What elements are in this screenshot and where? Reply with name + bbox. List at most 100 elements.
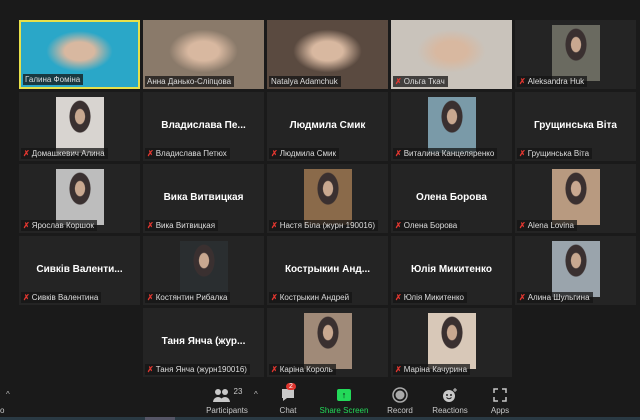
participant-name: Людмила Смик bbox=[279, 149, 336, 158]
participants-count: 23 bbox=[233, 386, 243, 396]
apps-label: Apps bbox=[490, 406, 510, 415]
participant-display-name: Юлія Микитенко bbox=[411, 264, 492, 275]
participant-name-label: ✗ Людмила Смик bbox=[269, 148, 339, 159]
participant-name-label: ✗ Олена Борова bbox=[393, 220, 461, 231]
participant-name: Настя Біла (журн 190016) bbox=[279, 221, 375, 230]
participant-name-label: ✗ Алина Шульгина bbox=[517, 292, 593, 303]
profile-picture bbox=[303, 313, 352, 369]
muted-mic-icon: ✗ bbox=[23, 293, 30, 302]
muted-mic-icon: ✗ bbox=[147, 221, 154, 230]
chat-button[interactable]: 2 Chat bbox=[273, 383, 303, 415]
video-button-label[interactable]: o bbox=[0, 406, 4, 415]
participant-tile[interactable]: ✗ Костянтин Рибалка bbox=[143, 236, 264, 305]
muted-mic-icon: ✗ bbox=[395, 365, 402, 374]
participant-display-name: Людмила Смик bbox=[289, 120, 366, 131]
participant-tile[interactable]: Грущинська Віта ✗ Грущинська Віта bbox=[515, 92, 636, 161]
participant-name: Галина Фоміна bbox=[25, 75, 81, 84]
chat-label: Chat bbox=[279, 406, 297, 415]
participant-name-label: ✗ Ярослав Коршок bbox=[21, 220, 97, 231]
participant-tile[interactable]: ✗ Alena Lovina bbox=[515, 164, 636, 233]
participant-name: Виталина Канцеляренко bbox=[403, 149, 495, 158]
participant-tile[interactable]: Владислава Пе... ✗ Владислава Петюх bbox=[143, 92, 264, 161]
participant-name-label: ✗ Alena Lovina bbox=[517, 220, 577, 231]
participant-tile[interactable]: ✗ Алина Шульгина bbox=[515, 236, 636, 305]
share-screen-button[interactable]: ↑ Share Screen bbox=[318, 386, 370, 415]
participant-tile[interactable]: ✗ Aleksandra Huk bbox=[515, 20, 636, 89]
muted-mic-icon: ✗ bbox=[395, 293, 402, 302]
participant-tile[interactable]: Олена Борова ✗ Олена Борова bbox=[391, 164, 512, 233]
muted-mic-icon: ✗ bbox=[271, 149, 278, 158]
muted-mic-icon: ✗ bbox=[147, 365, 154, 374]
record-icon bbox=[385, 386, 415, 404]
muted-mic-icon: ✗ bbox=[519, 293, 526, 302]
share-screen-label: Share Screen bbox=[319, 406, 369, 415]
participant-name-label: ✗ Каріна Король bbox=[269, 364, 336, 375]
participant-display-name: Вика Витвицкая bbox=[163, 192, 244, 203]
participant-tile[interactable]: ✗ Маріна Качурина bbox=[391, 308, 512, 377]
participant-name: Грущинська Віта bbox=[527, 149, 590, 158]
reactions-button[interactable]: Reactions bbox=[430, 386, 470, 415]
profile-picture bbox=[303, 169, 352, 225]
participant-name: Natalya Adamchuk bbox=[271, 77, 338, 86]
participant-name: Маріна Качурина bbox=[403, 365, 468, 374]
participant-name-label: ✗ Ольга Ткач bbox=[393, 76, 448, 87]
muted-mic-icon: ✗ bbox=[395, 77, 402, 86]
record-button[interactable]: Record bbox=[385, 386, 415, 415]
participant-tile[interactable]: Кострыкин Анд... ✗ Кострыкин Андрей bbox=[267, 236, 388, 305]
participant-name: Каріна Король bbox=[279, 365, 333, 374]
participant-display-name: Олена Борова bbox=[416, 192, 487, 203]
participant-name-label: ✗ Сивків Валентина bbox=[21, 292, 102, 303]
chat-badge: 2 bbox=[286, 383, 296, 390]
participant-name: Кострыкин Андрей bbox=[279, 293, 350, 302]
muted-mic-icon: ✗ bbox=[395, 221, 402, 230]
participant-tile[interactable]: Анна Данько-Сліпцова bbox=[143, 20, 264, 89]
participant-name-label: ✗ Кострыкин Андрей bbox=[269, 292, 353, 303]
participant-name: Ольга Ткач bbox=[403, 77, 445, 86]
muted-mic-icon: ✗ bbox=[519, 149, 526, 158]
muted-mic-icon: ✗ bbox=[395, 149, 402, 158]
participant-tile[interactable]: Людмила Смик ✗ Людмила Смик bbox=[267, 92, 388, 161]
participant-name-label: ✗ Aleksandra Huk bbox=[517, 76, 588, 87]
participant-tile[interactable]: Юлія Микитенко ✗ Юлія Микитенко bbox=[391, 236, 512, 305]
profile-picture bbox=[55, 97, 104, 153]
participant-tile[interactable]: ✗ Домашкевич Алина bbox=[19, 92, 140, 161]
participants-caret[interactable]: ^ bbox=[254, 390, 258, 399]
participant-name-label: ✗ Костянтин Рибалка bbox=[145, 292, 231, 303]
muted-mic-icon: ✗ bbox=[147, 293, 154, 302]
muted-mic-icon: ✗ bbox=[271, 221, 278, 230]
participant-name: Владислава Петюх bbox=[155, 149, 227, 158]
muted-mic-icon: ✗ bbox=[271, 293, 278, 302]
participants-button[interactable]: 23 Participants bbox=[202, 386, 252, 416]
participant-name-label: ✗ Владислава Петюх bbox=[145, 148, 230, 159]
participant-tile[interactable]: Таня Янча (жур... ✗ Таня Янча (журн190016) bbox=[143, 308, 264, 377]
muted-mic-icon: ✗ bbox=[271, 365, 278, 374]
participant-name: Таня Янча (журн190016) bbox=[155, 365, 247, 374]
participant-tile[interactable]: ✗ Виталина Канцеляренко bbox=[391, 92, 512, 161]
participant-name-label: ✗ Грущинська Віта bbox=[517, 148, 593, 159]
participant-tile[interactable]: Вика Витвицкая ✗ Вика Витвицкая bbox=[143, 164, 264, 233]
participant-name: Aleksandra Huk bbox=[527, 77, 585, 86]
gallery-grid: Галина Фоміна Анна Данько-Сліпцова Natalya… bbox=[0, 0, 640, 380]
participant-tile[interactable]: Natalya Adamchuk bbox=[267, 20, 388, 89]
participant-tile[interactable]: Галина Фоміна bbox=[19, 20, 140, 89]
participant-tile[interactable]: ✗ Настя Біла (журн 190016) bbox=[267, 164, 388, 233]
record-label: Record bbox=[387, 406, 413, 415]
participant-name-label: Natalya Adamchuk bbox=[269, 76, 341, 87]
apps-button[interactable]: Apps bbox=[487, 386, 513, 415]
participant-tile[interactable]: ✗ Ольга Ткач bbox=[391, 20, 512, 89]
profile-picture bbox=[55, 169, 104, 225]
participant-tile[interactable]: Сивків Валенти... ✗ Сивків Валентина bbox=[19, 236, 140, 305]
profile-picture bbox=[551, 25, 600, 81]
participant-name-label: ✗ Виталина Канцеляренко bbox=[393, 148, 498, 159]
muted-mic-icon: ✗ bbox=[519, 221, 526, 230]
participant-tile[interactable]: ✗ Ярослав Коршок bbox=[19, 164, 140, 233]
participant-name: Анна Данько-Сліпцова bbox=[147, 77, 232, 86]
participant-tile[interactable]: ✗ Каріна Король bbox=[267, 308, 388, 377]
muted-mic-icon: ✗ bbox=[519, 77, 526, 86]
participant-name: Костянтин Рибалка bbox=[155, 293, 228, 302]
participant-display-name: Кострыкин Анд... bbox=[284, 264, 371, 275]
video-options-caret[interactable]: ^ bbox=[6, 390, 10, 399]
profile-picture bbox=[551, 241, 600, 297]
participant-name: Ярослав Коршок bbox=[31, 221, 94, 230]
participant-name-label: Галина Фоміна bbox=[23, 74, 84, 85]
